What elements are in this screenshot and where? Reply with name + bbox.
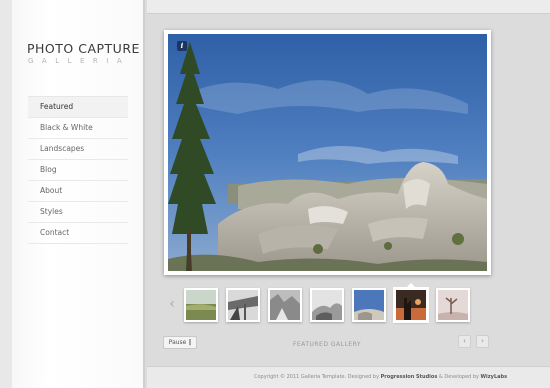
thumbnail-image [396,290,426,320]
sidebar: PHOTO CAPTURE GALLERIA Featured Black & … [12,0,145,388]
prev-image-button[interactable]: ‹ [458,335,471,348]
nav-item-about[interactable]: About [28,181,128,202]
next-image-button[interactable]: › [476,335,489,348]
thumbnail-prev-arrow[interactable]: ‹ [166,296,178,312]
brand-subtitle: GALLERIA [28,57,131,65]
footer-designer-link[interactable]: Progression Studios [381,374,438,380]
nav-item-styles[interactable]: Styles [28,202,128,223]
thumbnail-7[interactable] [436,288,470,322]
top-band [147,0,550,14]
main-image[interactable] [164,30,491,275]
thumbnail-image [228,290,258,320]
thumbnail-4[interactable] [310,288,344,322]
thumbnail-image [354,290,384,320]
nav-item-featured[interactable]: Featured [28,97,128,118]
nav-item-contact[interactable]: Contact [28,223,128,244]
footer-developer-link[interactable]: WizyLabs [481,374,508,380]
thumbnail-image [270,290,300,320]
main-nav: Featured Black & White Landscapes Blog A… [28,96,128,244]
brand-title[interactable]: PHOTO CAPTURE [27,41,147,56]
info-icon[interactable]: i [177,41,187,51]
thumbnail-image [312,290,342,320]
nav-item-blog[interactable]: Blog [28,160,128,181]
active-thumbnail-marker [407,283,415,287]
thumbnail-5[interactable] [352,288,386,322]
footer-middle: & Developed by [437,374,481,380]
nav-item-black-white[interactable]: Black & White [28,118,128,139]
thumbnail-1[interactable] [184,288,218,322]
thumbnail-2[interactable] [226,288,260,322]
footer-prefix: Copyright © 2011 Galleria Template. Desi… [254,374,381,380]
footer-copyright: Copyright © 2011 Galleria Template. Desi… [254,374,507,380]
thumbnail-3[interactable] [268,288,302,322]
pause-button[interactable]: Pause ‖ [163,336,197,349]
gallery-label: FEATURED GALLERY [292,341,362,348]
thumbnail-image [438,290,468,320]
thumbnail-image [186,290,216,320]
thumbnail-6-active[interactable] [393,287,429,323]
landscape-photo [168,34,487,271]
nav-item-landscapes[interactable]: Landscapes [28,139,128,160]
